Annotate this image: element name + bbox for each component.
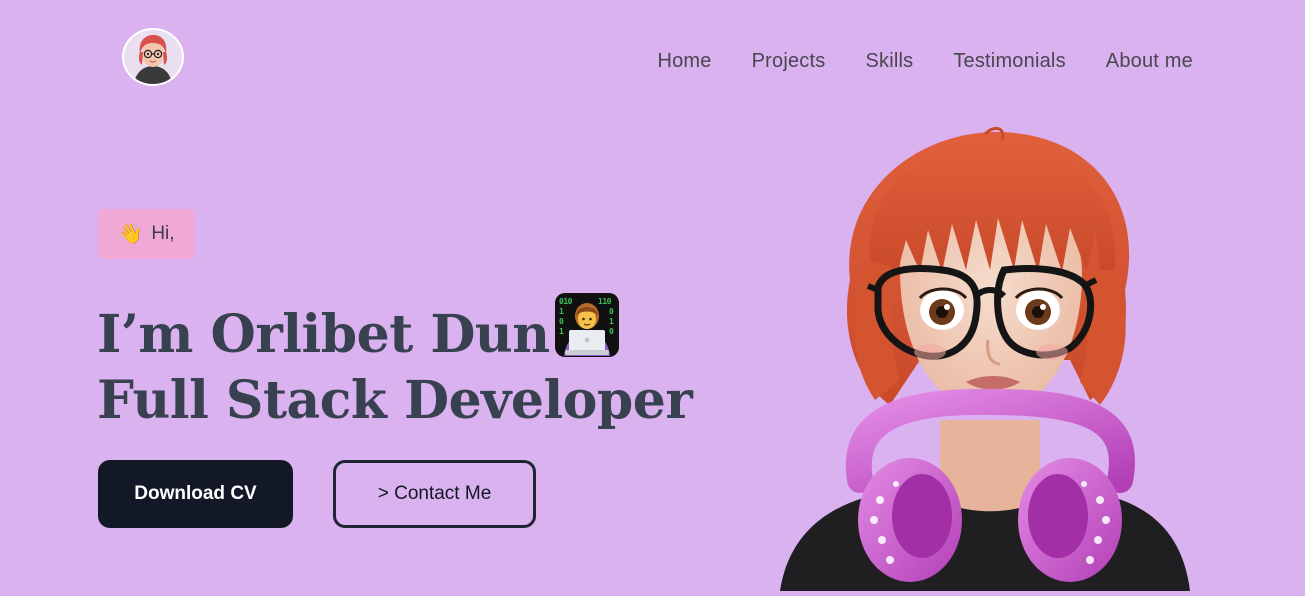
hero-title-role: Full Stack Developer [97, 370, 693, 431]
svg-text:1: 1 [609, 317, 614, 326]
svg-text:0: 0 [609, 327, 614, 336]
logo-avatar[interactable] [122, 28, 184, 86]
avatar-character-image [780, 126, 1190, 591]
download-cv-button[interactable]: Download CV [98, 460, 293, 528]
svg-text:1: 1 [559, 307, 564, 316]
avatar-icon [124, 30, 182, 84]
nav-projects[interactable]: Projects [752, 48, 826, 74]
svg-text:0: 0 [609, 307, 614, 316]
nav-testimonials[interactable]: Testimonials [953, 48, 1065, 74]
hero-title-name: I’m Orlibet Dun [97, 304, 550, 365]
svg-text:0: 0 [559, 317, 564, 326]
main-nav: Home Projects Skills Testimonials About … [657, 48, 1193, 74]
woman-technologist-icon: 010 110 10 01 10 [554, 292, 620, 371]
svg-text:110: 110 [598, 297, 612, 306]
nav-skills[interactable]: Skills [865, 48, 913, 74]
svg-text:1: 1 [559, 327, 564, 336]
greeting-badge: 👋 Hi, [98, 209, 195, 259]
greeting-text: Hi, [151, 223, 175, 244]
contact-me-button[interactable]: > Contact Me [333, 460, 536, 528]
hero-avatar-illustration [770, 120, 1210, 591]
site-header: Home Projects Skills Testimonials About … [0, 0, 1305, 120]
hero-title: I’m Orlibet Dun 010 110 10 01 10 Full St… [97, 292, 693, 431]
svg-text:010: 010 [559, 297, 573, 306]
nav-about-me[interactable]: About me [1106, 48, 1193, 74]
waving-hand-icon: 👋 [118, 223, 144, 245]
nav-home[interactable]: Home [657, 48, 711, 74]
